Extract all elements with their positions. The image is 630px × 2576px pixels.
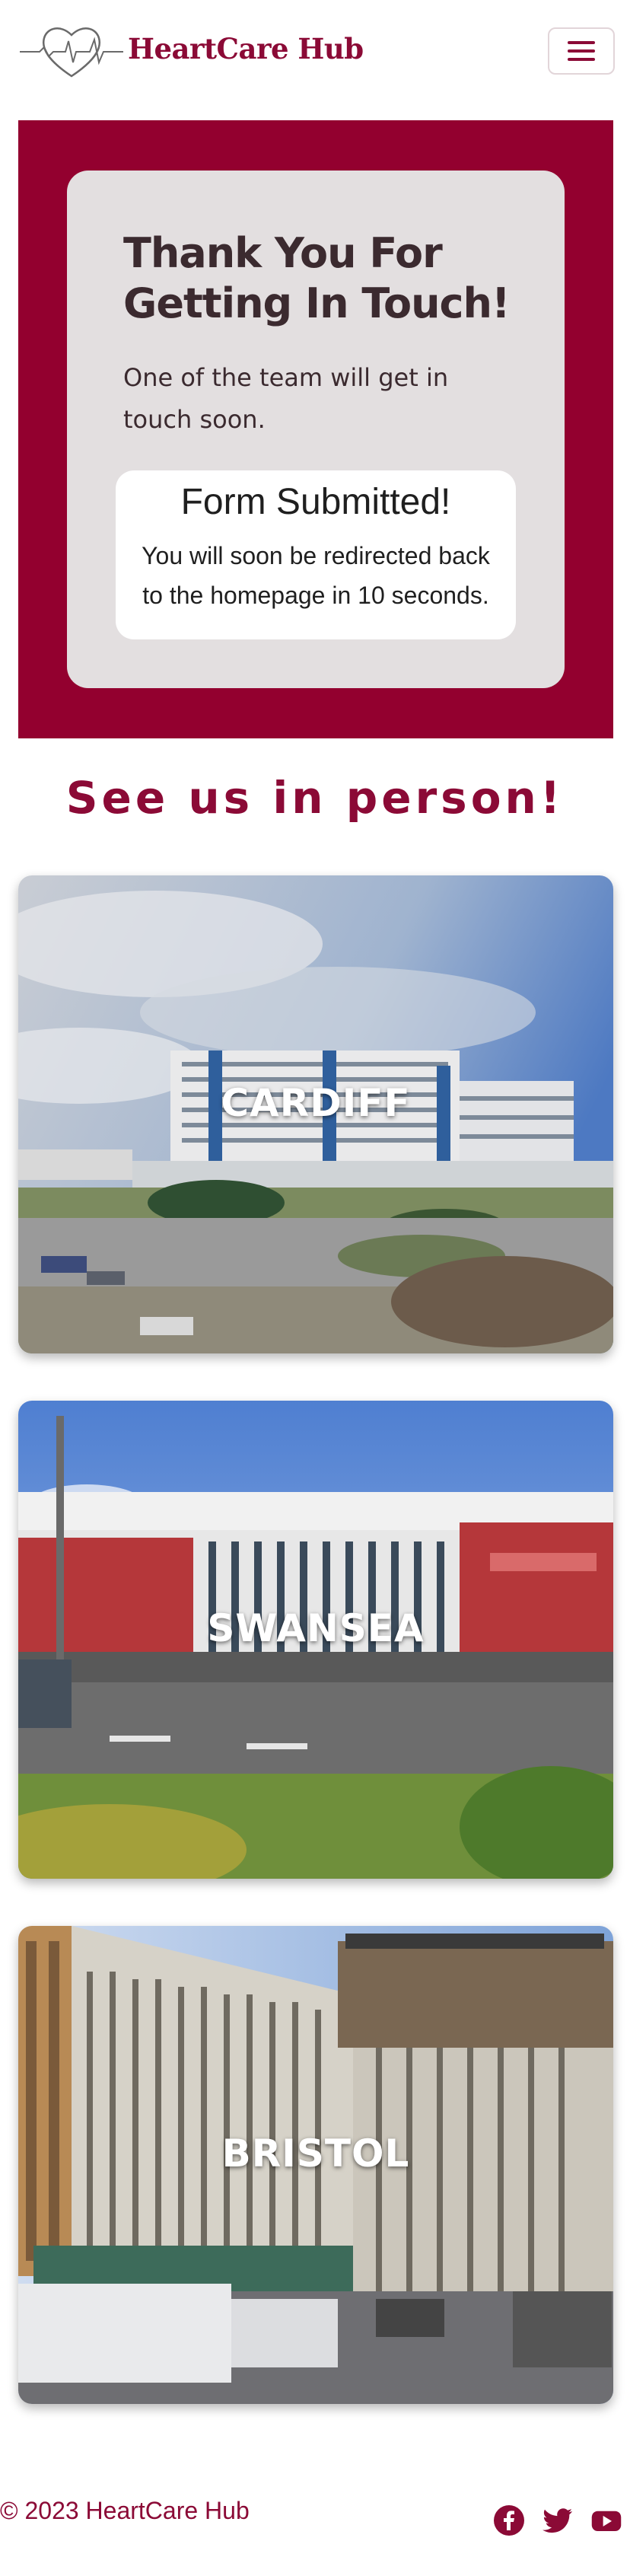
site-header: HeartCare Hub (0, 0, 630, 100)
brand-logo[interactable]: HeartCare Hub (18, 17, 364, 81)
youtube-icon (591, 2511, 622, 2531)
youtube-link[interactable] (590, 2504, 627, 2536)
page-title: Thank You For Getting In Touch! (123, 229, 511, 327)
heart-ecg-logo-icon (20, 27, 123, 78)
location-card-cardiff[interactable]: CARDIFF (18, 875, 613, 1353)
hamburger-menu-icon (568, 41, 595, 61)
location-name: BRISTOL (221, 2131, 410, 2176)
redirect-message: You will soon be redirected back to the … (142, 542, 490, 609)
page-subtitle: One of the team will get in touch soon. (123, 363, 449, 434)
menu-toggle-button[interactable] (548, 27, 615, 75)
location-name: SWANSEA (207, 1606, 425, 1650)
location-card-bristol[interactable]: BRISTOL (18, 1926, 613, 2404)
locations-heading: See us in person! (65, 772, 565, 824)
location-name: CARDIFF (221, 1081, 411, 1125)
hero-section: Thank You For Getting In Touch! One of t… (18, 120, 613, 738)
copyright-text: © 2023 HeartCare Hub (0, 2497, 250, 2524)
twitter-link[interactable] (542, 2504, 574, 2536)
facebook-link[interactable] (493, 2504, 525, 2536)
twitter-icon (542, 2508, 572, 2533)
form-submitted-panel: Form Submitted! You will soon be redirec… (116, 470, 516, 639)
form-submitted-title: Form Submitted! (180, 482, 451, 522)
thank-you-card: Thank You For Getting In Touch! One of t… (67, 171, 565, 688)
brand-name: HeartCare Hub (128, 32, 364, 65)
location-card-swansea[interactable]: SWANSEA (18, 1401, 613, 1879)
facebook-icon (494, 2505, 524, 2536)
site-footer: © 2023 HeartCare Hub (0, 2489, 630, 2565)
